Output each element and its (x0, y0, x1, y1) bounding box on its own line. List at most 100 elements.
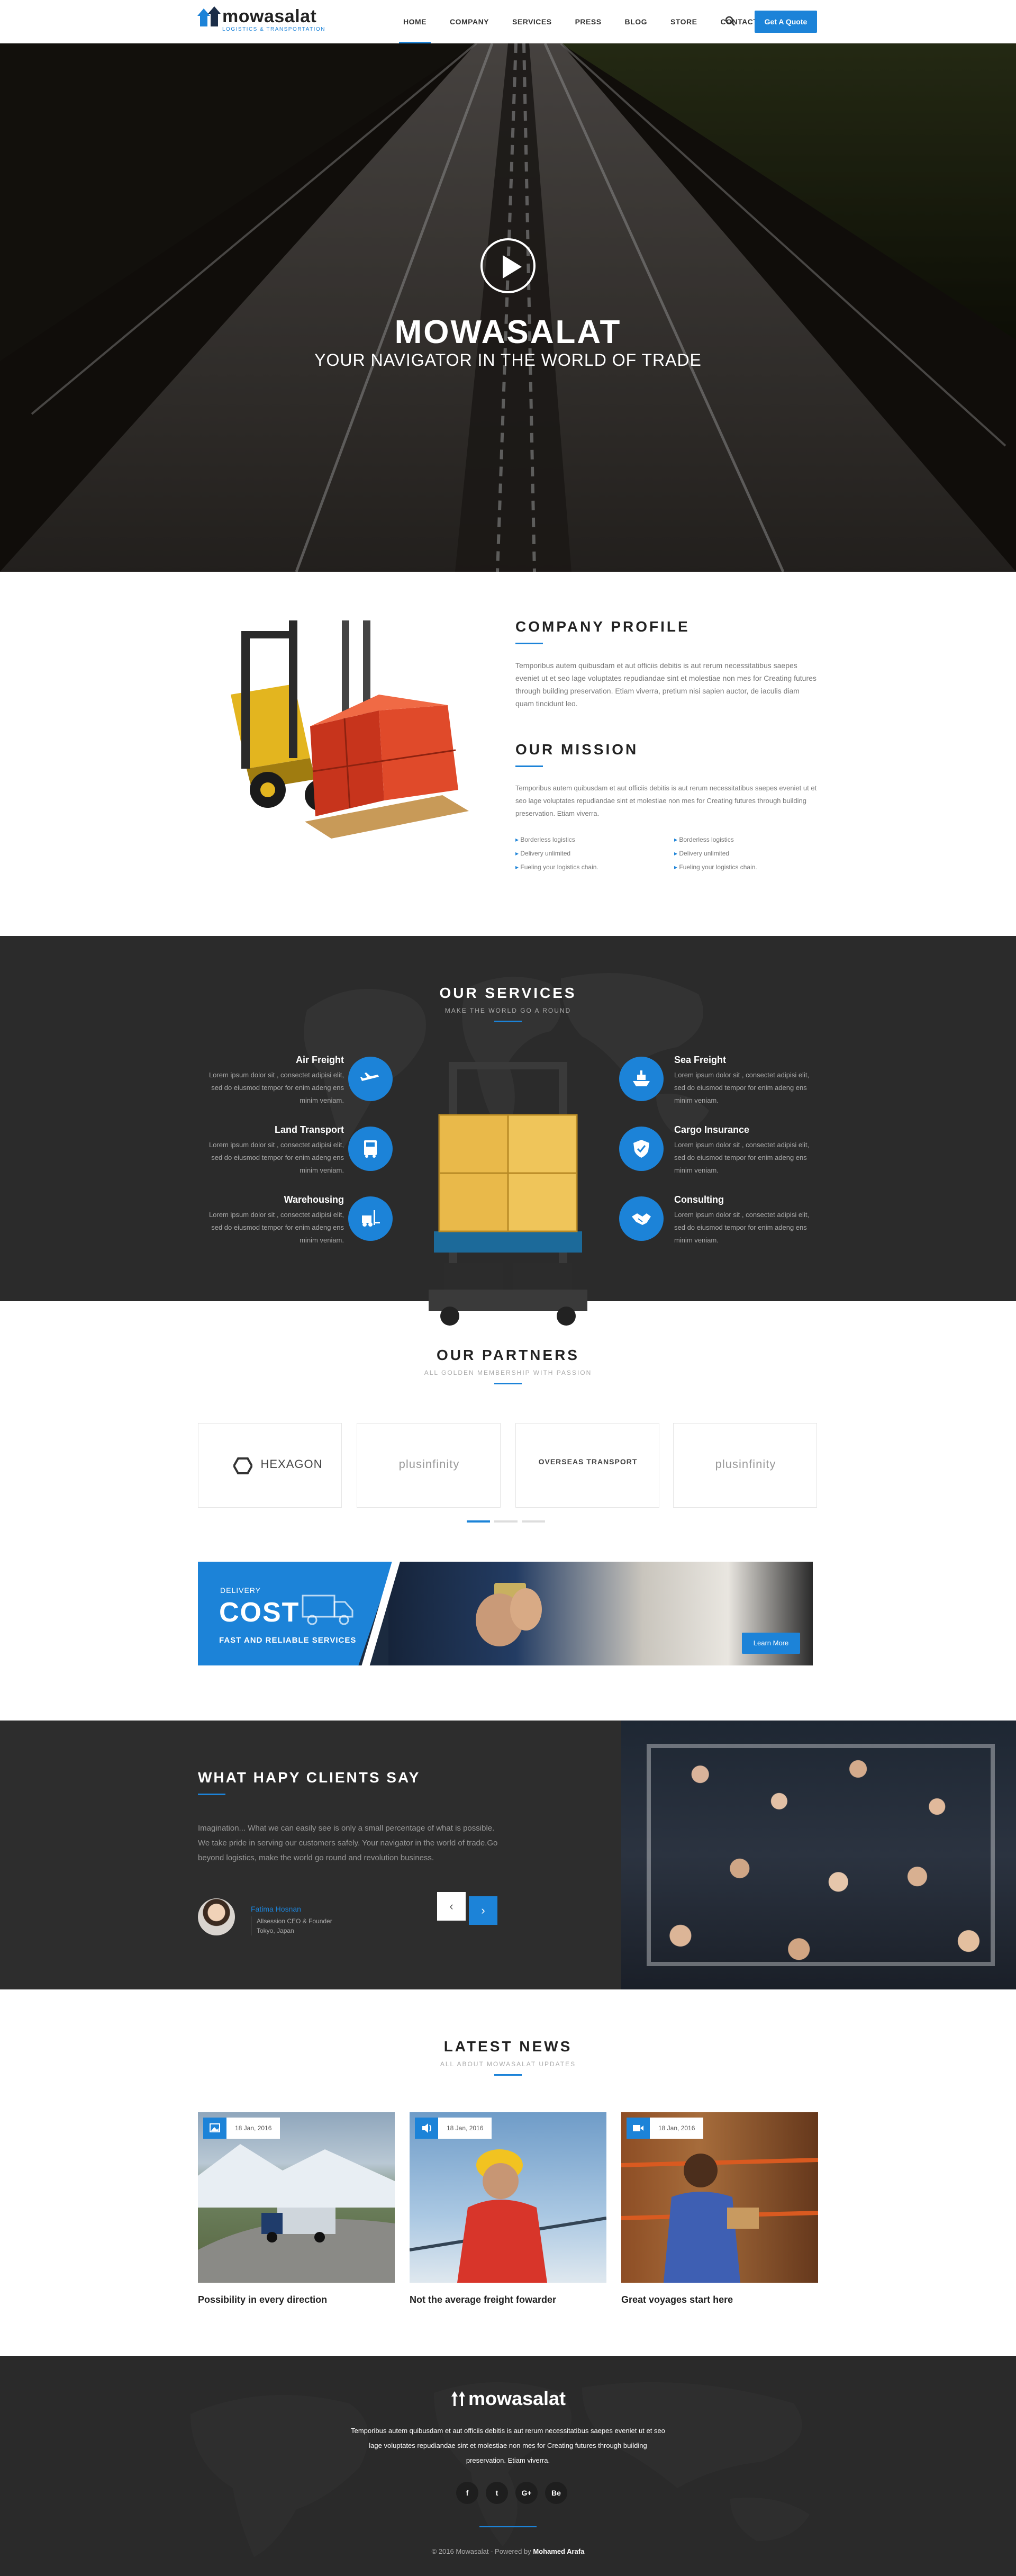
search-icon[interactable] (724, 15, 737, 28)
news-card[interactable]: 18 Jan, 2016 Great voyages start here (621, 2112, 818, 2305)
banner-big-text: COST (219, 1597, 300, 1628)
news-image[interactable]: 18 Jan, 2016 (410, 2112, 606, 2283)
service-land-transport[interactable]: Land Transport Lorem ipsum dolor sit , c… (198, 1124, 344, 1177)
news-date: 18 Jan, 2016 (438, 2118, 492, 2139)
news-item-title[interactable]: Great voyages start here (621, 2294, 818, 2305)
twitter-icon[interactable]: t (486, 2482, 508, 2504)
truck-icon (302, 1595, 353, 1625)
testimonials-section: WHAT HAPY CLIENTS SAY Imagination... Wha… (0, 1721, 1016, 1989)
news-section: LATEST NEWS ALL ABOUT MOWASALAT UPDATES … (0, 1989, 1016, 2356)
logo-text: mowasalat (222, 6, 317, 26)
news-card[interactable]: 18 Jan, 2016 Possibility in every direct… (198, 2112, 395, 2305)
truck-mountain-image (198, 2144, 395, 2283)
nav-store[interactable]: STORE (659, 0, 709, 43)
site-header: mowasalat LOGISTICS & TRANSPORTATION HOM… (0, 0, 1016, 43)
footer-logo-text: mowasalat (468, 2388, 566, 2409)
service-desc: Lorem ipsum dolor sit , consectet adipis… (208, 1071, 344, 1104)
partner-logo[interactable]: HEXAGON (198, 1423, 342, 1508)
client-name: Fatima Hosnan (251, 1905, 301, 1913)
news-image[interactable]: 18 Jan, 2016 (621, 2112, 818, 2283)
services-subtitle: MAKE THE WORLD GO A ROUND (444, 1007, 572, 1014)
news-item-title[interactable]: Not the average freight fowarder (410, 2294, 606, 2305)
service-desc: Lorem ipsum dolor sit , consectet adipis… (674, 1211, 810, 1244)
banner-tagline: FAST AND RELIABLE SERVICES (219, 1636, 357, 1645)
site-footer: mowasalat Temporibus autem quibusdam et … (0, 2356, 1016, 2576)
partner-name: HEXAGON (260, 1457, 323, 1471)
news-badge: 18 Jan, 2016 (415, 2118, 492, 2139)
social-links: f t G+ Be (456, 2482, 567, 2504)
facebook-icon[interactable]: f (456, 2482, 478, 2504)
list-item: Fueling your logistics chain. (515, 863, 674, 871)
news-heading: LATEST NEWS ALL ABOUT MOWASALAT UPDATES (0, 2038, 1016, 2076)
service-desc: Lorem ipsum dolor sit , consectet adipis… (674, 1071, 810, 1104)
service-warehousing[interactable]: Warehousing Lorem ipsum dolor sit , cons… (198, 1194, 344, 1247)
footer-logo[interactable]: mowasalat (0, 2388, 1016, 2410)
copyright-text: © 2016 Mowasalat - Powered by (431, 2547, 531, 2555)
partner-logo[interactable]: plusinfinity (673, 1423, 817, 1508)
partners-heading: OUR PARTNERS ALL GOLDEN MEMBERSHIP WITH … (0, 1347, 1016, 1384)
avatar (198, 1898, 235, 1935)
partners-title: OUR PARTNERS (437, 1347, 579, 1363)
service-desc: Lorem ipsum dolor sit , consectet adipis… (208, 1141, 344, 1174)
nav-press[interactable]: PRESS (564, 0, 613, 43)
author-link[interactable]: Mohamed Arafa (533, 2547, 584, 2555)
client-role: Allsession CEO & Founder (257, 1917, 332, 1925)
carousel-dot[interactable] (522, 1520, 545, 1523)
service-air-freight[interactable]: Air Freight Lorem ipsum dolor sit , cons… (198, 1055, 344, 1107)
nav-company[interactable]: COMPANY (438, 0, 501, 43)
pallet-boxes-image (429, 1062, 587, 1326)
mission-title: OUR MISSION (515, 741, 639, 758)
service-cargo-insurance[interactable]: Cargo Insurance Lorem ipsum dolor sit , … (674, 1124, 820, 1177)
audio-icon (415, 2118, 438, 2139)
partner-name: OVERSEAS TRANSPORT (538, 1457, 638, 1466)
partner-logo[interactable]: OVERSEAS TRANSPORT (515, 1423, 659, 1508)
forklift-icon (348, 1196, 393, 1241)
nav-home[interactable]: HOME (392, 0, 438, 43)
next-arrow-button[interactable]: › (469, 1896, 497, 1925)
news-title: LATEST NEWS (443, 2038, 573, 2055)
learn-more-button[interactable]: Learn More (742, 1633, 800, 1654)
list-item: Fueling your logistics chain. (674, 863, 817, 871)
our-mission: OUR MISSION Temporibus autem quibusdam e… (515, 741, 817, 871)
news-image[interactable]: 18 Jan, 2016 (198, 2112, 395, 2283)
partners-section: OUR PARTNERS ALL GOLDEN MEMBERSHIP WITH … (0, 1301, 1016, 1566)
truck-icon (348, 1127, 393, 1171)
logo[interactable]: mowasalat LOGISTICS & TRANSPORTATION (197, 6, 325, 32)
copyright: © 2016 Mowasalat - Powered by Mohamed Ar… (0, 2547, 1016, 2555)
partners-subtitle: ALL GOLDEN MEMBERSHIP WITH PASSION (424, 1369, 592, 1376)
logo-arrows-icon (451, 2391, 465, 2406)
service-desc: Lorem ipsum dolor sit , consectet adipis… (674, 1141, 810, 1174)
service-desc: Lorem ipsum dolor sit , consectet adipis… (208, 1211, 344, 1244)
forklift-image (231, 620, 469, 839)
google-plus-icon[interactable]: G+ (515, 2482, 538, 2504)
news-card[interactable]: 18 Jan, 2016 Not the average freight fow… (410, 2112, 606, 2305)
carousel-dot[interactable] (467, 1520, 490, 1523)
hero-title: MOWASALAT (394, 314, 622, 350)
testimonial-quote: Imagination... What we can easily see is… (198, 1824, 498, 1862)
partner-logo[interactable]: plusinfinity (357, 1423, 501, 1508)
service-title: Land Transport (274, 1124, 344, 1135)
nav-services[interactable]: SERVICES (501, 0, 564, 43)
news-item-title[interactable]: Possibility in every direction (198, 2294, 395, 2305)
service-consulting[interactable]: Consulting Lorem ipsum dolor sit , conse… (674, 1194, 820, 1247)
shield-icon (619, 1127, 664, 1171)
mission-divider (515, 765, 543, 767)
news-date: 18 Jan, 2016 (226, 2118, 280, 2139)
prev-arrow-button[interactable]: ‹ (437, 1892, 466, 1921)
list-item: Borderless logistics (674, 836, 817, 843)
nav-blog[interactable]: BLOG (613, 0, 659, 43)
video-icon (627, 2118, 650, 2139)
photo-frame (647, 1744, 995, 1966)
service-title: Cargo Insurance (674, 1124, 750, 1135)
partner-name: plusinfinity (398, 1457, 460, 1471)
play-video-button[interactable] (480, 238, 536, 293)
service-sea-freight[interactable]: Sea Freight Lorem ipsum dolor sit , cons… (674, 1055, 820, 1107)
behance-icon[interactable]: Be (545, 2482, 567, 2504)
get-quote-button[interactable]: Get A Quote (755, 11, 817, 33)
carousel-dot[interactable] (494, 1520, 518, 1523)
hero: MOWASALAT YOUR NAVIGATOR IN THE WORLD OF… (0, 43, 1016, 572)
mission-bullets: Borderless logistics Borderless logistic… (515, 836, 817, 871)
partners-divider (494, 1383, 522, 1384)
partner-name: plusinfinity (715, 1457, 776, 1471)
client-info: Allsession CEO & Founder Tokyo, Japan (251, 1916, 332, 1935)
